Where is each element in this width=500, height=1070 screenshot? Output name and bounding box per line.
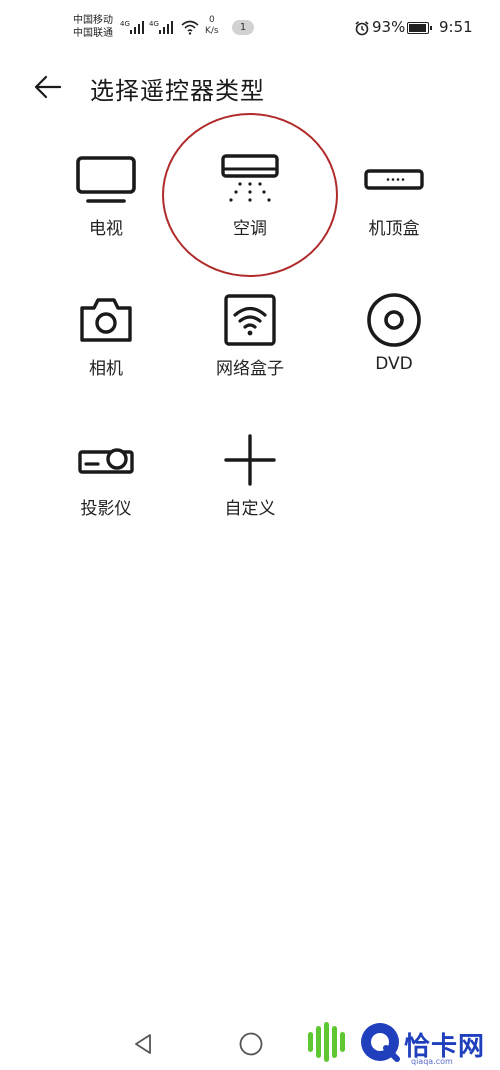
device-type-set-top-box[interactable]: 机顶盒 (329, 150, 459, 239)
carrier-1: 中国移动 (73, 15, 113, 26)
carrier-info: 中国移动 中国联通 (73, 14, 113, 40)
device-label-tv: 电视 (89, 219, 123, 239)
set-top-box-icon (364, 169, 424, 190)
device-type-custom[interactable]: 自定义 (185, 430, 315, 519)
network-speed-unit: K/s (205, 26, 219, 36)
tv-icon (76, 156, 136, 203)
alarm-icon (355, 21, 369, 36)
net-tag-1: 4G (120, 20, 130, 28)
device-type-network-box[interactable]: 网络盒子 (185, 290, 315, 379)
wifi-icon (181, 20, 199, 35)
battery-percentage: 93% (372, 18, 406, 36)
page-title: 选择遥控器类型 (90, 77, 265, 105)
projector-icon (78, 448, 134, 474)
device-label-dvd: DVD (375, 354, 413, 374)
nav-home-icon[interactable] (238, 1031, 264, 1057)
device-label-camera: 相机 (89, 359, 123, 379)
net-tag-2: 4G (149, 20, 159, 28)
nav-back-icon[interactable] (132, 1032, 154, 1056)
camera-icon (80, 298, 132, 342)
back-arrow-icon[interactable] (34, 74, 62, 100)
plus-icon (224, 434, 276, 486)
carrier-2: 中国联通 (73, 28, 113, 39)
device-label-projector: 投影仪 (80, 499, 132, 519)
notification-badge: 1 (232, 20, 254, 35)
device-type-projector[interactable]: 投影仪 (41, 430, 171, 519)
network-speed: 0 K/s (205, 15, 219, 37)
watermark-logo-icon (308, 1022, 400, 1062)
network-box-icon (224, 294, 276, 346)
device-type-tv[interactable]: 电视 (41, 150, 171, 239)
network-speed-value: 0 (208, 15, 215, 25)
device-label-set-top-box: 机顶盒 (368, 219, 420, 239)
highlight-circle (162, 113, 338, 277)
device-type-camera[interactable]: 相机 (41, 290, 171, 379)
dvd-icon (367, 293, 421, 347)
device-label-network-box: 网络盒子 (216, 359, 284, 379)
signal-2-icon: 4G (149, 20, 173, 34)
device-label-custom: 自定义 (224, 499, 276, 519)
device-type-dvd[interactable]: DVD (329, 290, 459, 374)
battery-icon (407, 22, 432, 34)
watermark-domain: qiaqa.com (411, 1057, 453, 1066)
clock: 9:51 (439, 18, 473, 36)
signal-1-icon: 4G (120, 20, 144, 34)
